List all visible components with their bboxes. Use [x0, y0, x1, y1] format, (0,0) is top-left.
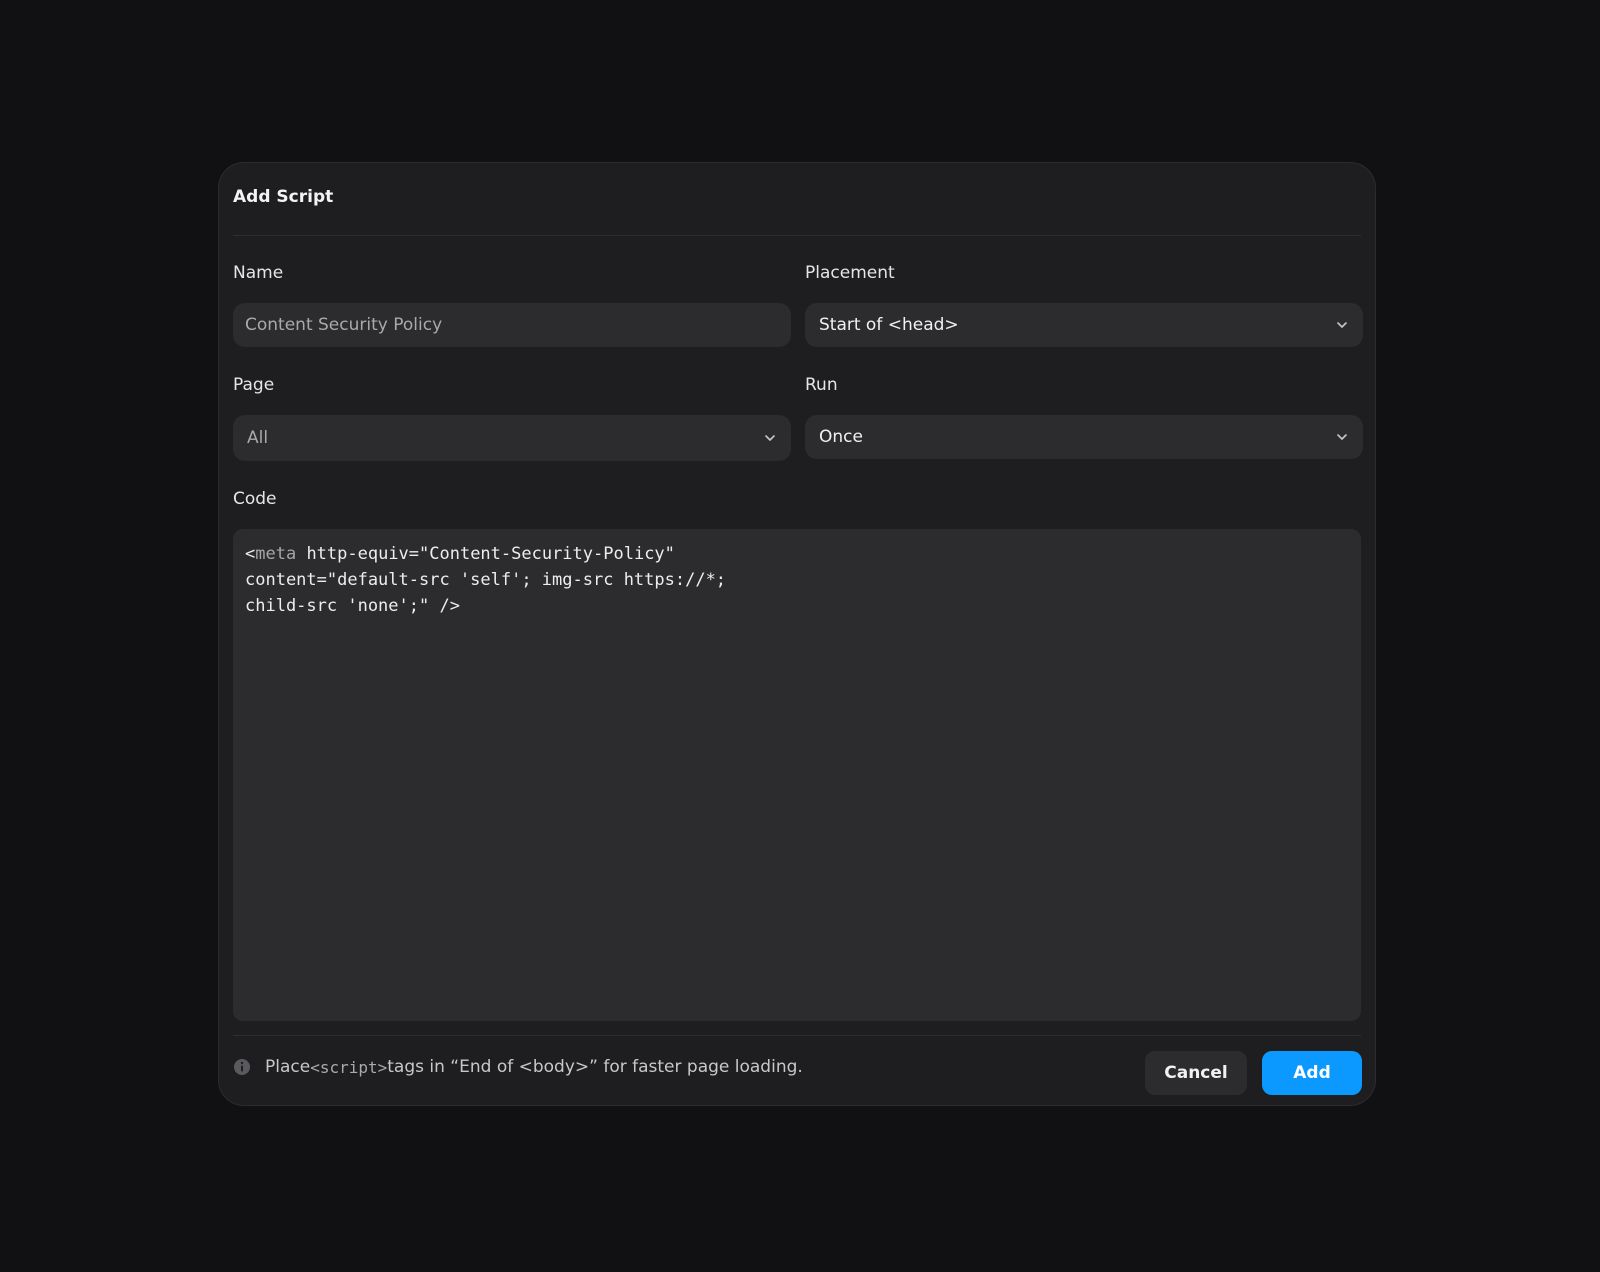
add-button[interactable]: Add: [1262, 1051, 1362, 1095]
dialog-header: Add Script: [233, 163, 1361, 236]
chevron-down-icon: [1335, 430, 1349, 444]
page-select[interactable]: All: [233, 415, 791, 461]
code-token: http-equiv="Content-Security-Policy": [296, 544, 675, 564]
run-selected-value: Once: [819, 427, 863, 447]
code-label: Code: [233, 489, 277, 509]
run-select[interactable]: Once: [805, 415, 1363, 459]
chevron-down-icon: [1335, 318, 1349, 332]
code-tag-name: meta: [255, 544, 297, 564]
code-line: <meta http-equiv="Content-Security-Polic…: [245, 541, 1349, 567]
cancel-button[interactable]: Cancel: [1145, 1051, 1247, 1095]
name-label: Name: [233, 263, 284, 283]
hint-code: <script>: [310, 1057, 388, 1077]
hint-text-prefix: Place: [265, 1057, 311, 1077]
footer-divider: [233, 1035, 1361, 1036]
add-script-dialog: Add Script Name Content Security Policy …: [218, 162, 1376, 1106]
hint-text-suffix: tags in “End of <body>” for faster page …: [387, 1057, 803, 1077]
name-input[interactable]: Content Security Policy: [233, 303, 791, 347]
name-input-value: Content Security Policy: [245, 315, 443, 335]
info-icon: [233, 1058, 251, 1076]
code-line: content="default-src 'self'; img-src htt…: [245, 570, 727, 590]
code-line: child-src 'none';" />: [245, 596, 460, 616]
placement-select[interactable]: Start of <head>: [805, 303, 1363, 347]
placement-label: Placement: [805, 263, 895, 283]
page-label: Page: [233, 375, 275, 395]
page-selected-value: All: [247, 428, 269, 448]
placement-selected-value: Start of <head>: [819, 315, 959, 335]
code-editor[interactable]: <meta http-equiv="Content-Security-Polic…: [233, 529, 1361, 1021]
chevron-down-icon: [763, 431, 777, 445]
run-label: Run: [805, 375, 838, 395]
footer-hint: Place <script> tags in “End of <body>” f…: [233, 1057, 803, 1077]
code-token: <: [245, 544, 256, 564]
dialog-title: Add Script: [233, 187, 334, 207]
